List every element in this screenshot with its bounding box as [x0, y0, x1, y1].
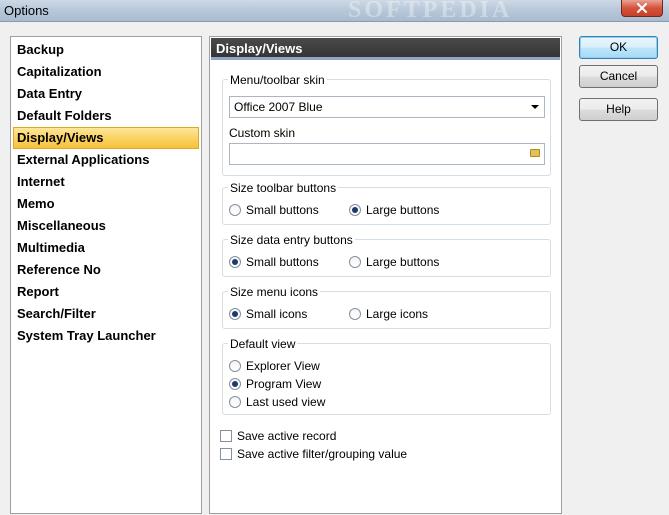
data-entry-buttons-label: Size data entry buttons	[228, 233, 355, 247]
radio-button[interactable]	[229, 204, 241, 216]
toolbar-small-radio[interactable]: Small buttons	[229, 202, 319, 218]
default-view-label: Default view	[228, 337, 298, 351]
menu-icons-label: Size menu icons	[228, 285, 321, 299]
cancel-button[interactable]: Cancel	[579, 65, 658, 88]
checkbox-label: Save active record	[237, 429, 337, 443]
menu-icons-small-radio[interactable]: Small icons	[229, 306, 307, 322]
category-data-entry[interactable]: Data Entry	[13, 83, 199, 105]
program-view-radio[interactable]: Program View	[229, 376, 321, 392]
skin-select-value: Office 2007 Blue	[234, 100, 323, 114]
settings-panel: Display/Views Menu/toolbar skin Office 2…	[209, 36, 562, 514]
save-filter-checkbox[interactable]: Save active filter/grouping value	[220, 446, 407, 462]
toolbar-buttons-group: Size toolbar buttons Small buttons Large…	[222, 181, 551, 225]
help-button[interactable]: Help	[579, 98, 658, 121]
custom-skin-input[interactable]	[229, 143, 545, 165]
last-used-view-radio[interactable]: Last used view	[229, 394, 325, 410]
category-multimedia[interactable]: Multimedia	[13, 237, 199, 259]
radio-label: Large buttons	[366, 255, 440, 269]
ok-button[interactable]: OK	[579, 36, 658, 59]
radio-button-selected[interactable]	[229, 378, 241, 390]
checkbox[interactable]	[220, 430, 232, 442]
chevron-down-icon	[531, 105, 539, 109]
menu-icons-large-radio[interactable]: Large icons	[349, 306, 428, 322]
category-search-filter[interactable]: Search/Filter	[13, 303, 199, 325]
toolbar-buttons-label: Size toolbar buttons	[228, 181, 339, 195]
radio-label: Large buttons	[366, 203, 440, 217]
close-icon	[637, 3, 647, 13]
skin-group-label: Menu/toolbar skin	[228, 73, 327, 87]
dialog-content: Backup Capitalization Data Entry Default…	[0, 22, 669, 515]
radio-button[interactable]	[349, 308, 361, 320]
explorer-view-radio[interactable]: Explorer View	[229, 358, 320, 374]
toolbar-large-radio[interactable]: Large buttons	[349, 202, 439, 218]
checkbox-label: Save active filter/grouping value	[237, 447, 408, 461]
checkbox[interactable]	[220, 448, 232, 460]
radio-button[interactable]	[229, 396, 241, 408]
category-display-views[interactable]: Display/Views	[13, 127, 199, 149]
category-default-folders[interactable]: Default Folders	[13, 105, 199, 127]
data-entry-buttons-group: Size data entry buttons Small buttons La…	[222, 233, 551, 277]
category-backup[interactable]: Backup	[13, 39, 199, 61]
default-view-group: Default view Explorer View Program View …	[222, 337, 551, 415]
radio-label: Large icons	[366, 307, 429, 321]
data-entry-small-radio[interactable]: Small buttons	[229, 254, 319, 270]
radio-label: Small buttons	[246, 255, 319, 269]
category-capitalization[interactable]: Capitalization	[13, 61, 199, 83]
data-entry-large-radio[interactable]: Large buttons	[349, 254, 439, 270]
custom-skin-label: Custom skin	[229, 126, 296, 140]
title-bar: Options SOFTPEDIA	[0, 0, 669, 23]
radio-button-selected[interactable]	[349, 204, 361, 216]
window-title: Options	[4, 3, 49, 18]
category-miscellaneous[interactable]: Miscellaneous	[13, 215, 199, 237]
close-button[interactable]	[621, 0, 663, 17]
category-internet[interactable]: Internet	[13, 171, 199, 193]
category-memo[interactable]: Memo	[13, 193, 199, 215]
radio-button[interactable]	[229, 360, 241, 372]
radio-label: Last used view	[246, 395, 326, 409]
category-reference-no[interactable]: Reference No	[13, 259, 199, 281]
radio-button-selected[interactable]	[229, 308, 241, 320]
radio-label: Small icons	[246, 307, 308, 321]
skin-group: Menu/toolbar skin Office 2007 Blue Custo…	[222, 73, 551, 176]
skin-select[interactable]: Office 2007 Blue	[229, 96, 545, 118]
panel-header: Display/Views	[211, 38, 560, 60]
radio-button-selected[interactable]	[229, 256, 241, 268]
save-active-record-checkbox[interactable]: Save active record	[220, 428, 336, 444]
radio-label: Explorer View	[246, 359, 320, 373]
options-category-list: Backup Capitalization Data Entry Default…	[10, 36, 202, 514]
menu-icons-group: Size menu icons Small icons Large icons	[222, 285, 551, 329]
radio-button[interactable]	[349, 256, 361, 268]
watermark: SOFTPEDIA	[348, 0, 513, 23]
category-report[interactable]: Report	[13, 281, 199, 303]
folder-icon[interactable]	[530, 149, 540, 157]
category-system-tray-launcher[interactable]: System Tray Launcher	[13, 325, 199, 347]
radio-label: Program View	[246, 377, 322, 391]
category-external-applications[interactable]: External Applications	[13, 149, 199, 171]
radio-label: Small buttons	[246, 203, 319, 217]
